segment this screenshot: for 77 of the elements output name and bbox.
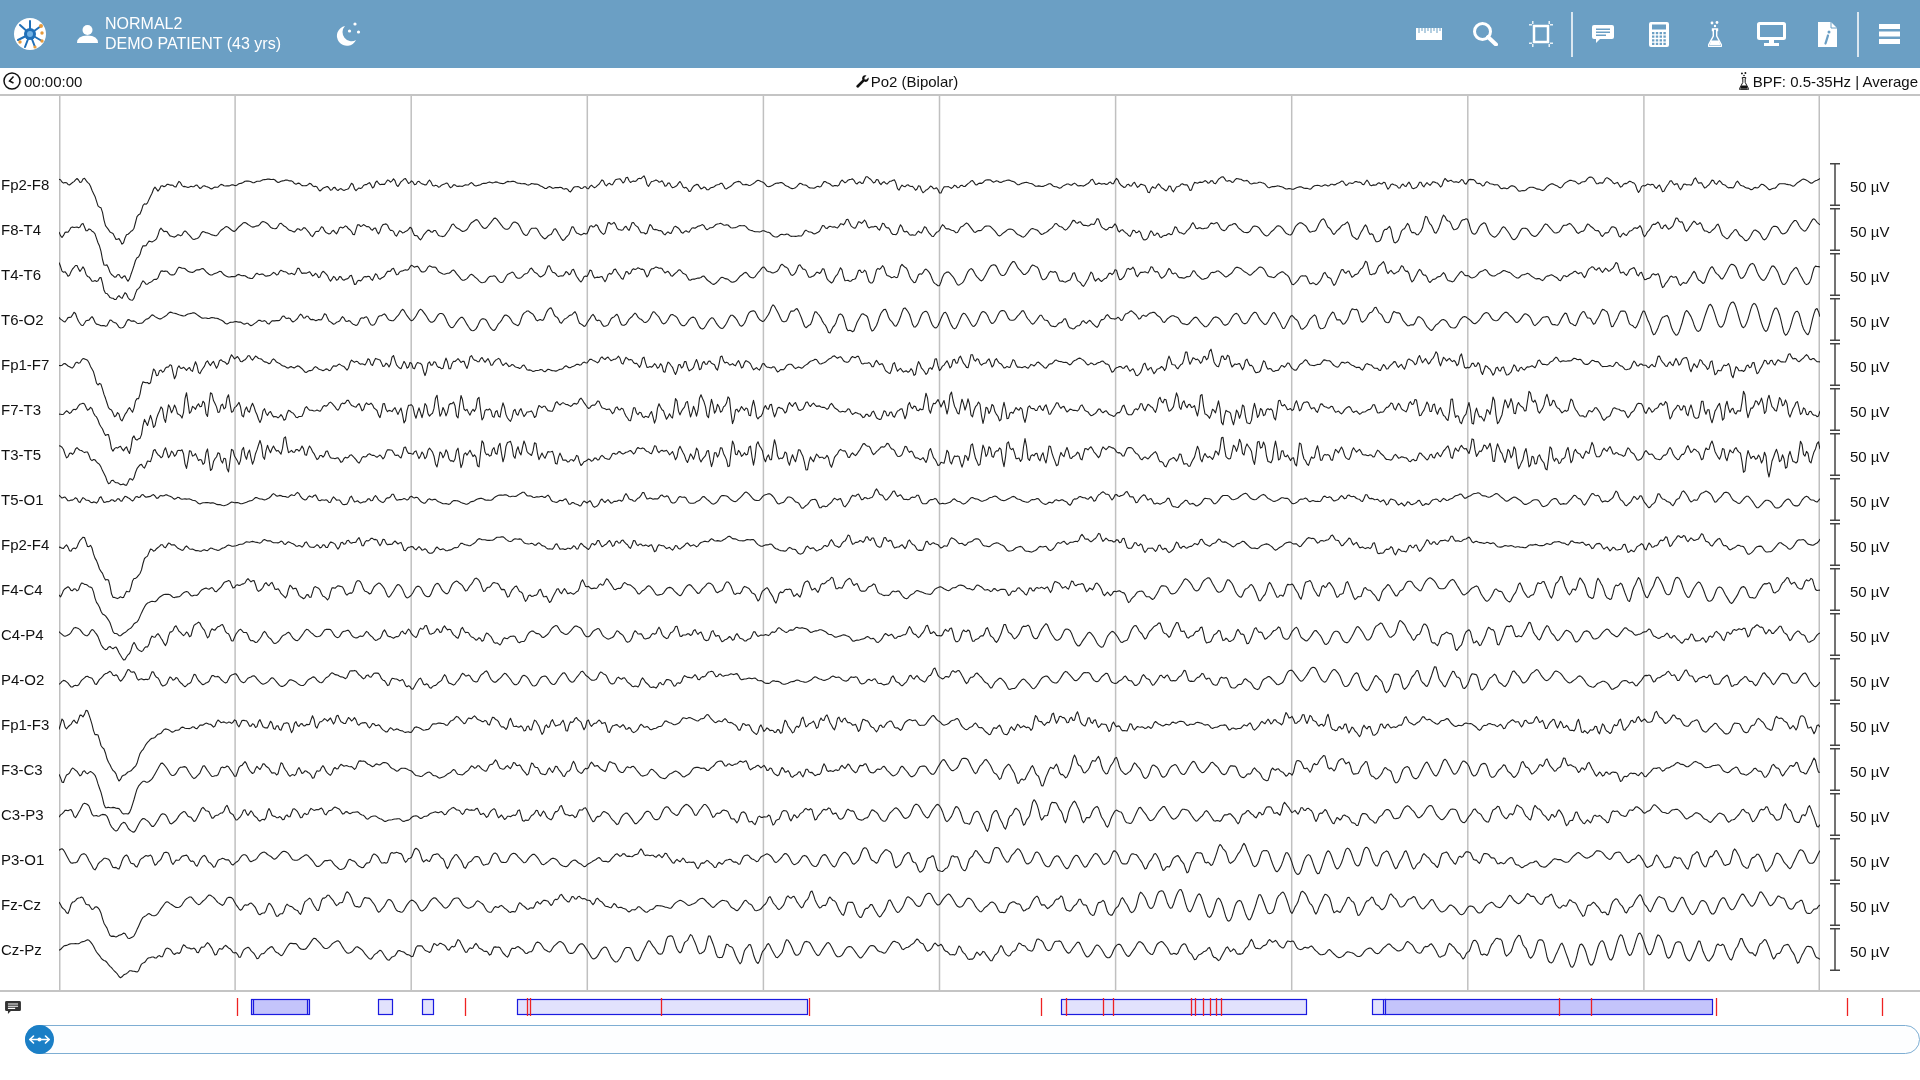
scale-bar-icon — [1829, 478, 1841, 521]
scale-label: 50 µV — [1850, 493, 1890, 510]
scale-label: 50 µV — [1850, 898, 1890, 915]
channel-label: T4-T6 — [0, 266, 41, 283]
ruler-icon[interactable] — [1416, 28, 1442, 40]
channel-label: Fp1-F7 — [0, 356, 50, 373]
scale-bar-icon — [1829, 568, 1841, 611]
scale-bar-icon — [1829, 703, 1841, 746]
scale-label: 50 µV — [1850, 403, 1890, 420]
info-document-icon[interactable] — [1817, 21, 1837, 47]
scale-bar-icon — [1829, 343, 1841, 386]
scale-label: 50 µV — [1850, 313, 1890, 330]
channel-label: T3-T5 — [0, 446, 41, 463]
scale-bar-icon — [1829, 658, 1841, 701]
moon-stars-icon[interactable] — [335, 22, 361, 46]
patient-name: NORMAL2 — [105, 14, 184, 34]
elapsed-time: 00:00:00 — [24, 72, 83, 90]
flask-icon[interactable] — [1708, 21, 1722, 47]
scale-label: 50 µV — [1850, 268, 1890, 285]
scrollbar-track[interactable] — [25, 1025, 1920, 1054]
channel-label: F4-C4 — [0, 581, 43, 598]
channel-label: Fp2-F4 — [0, 536, 50, 553]
scale-label: 50 µV — [1850, 538, 1890, 555]
logo-icon[interactable] — [14, 18, 46, 50]
scale-bar-icon — [1829, 253, 1841, 296]
monitor-icon[interactable] — [1756, 22, 1786, 46]
scale-label: 50 µV — [1850, 583, 1890, 600]
channel-label: Fp1-F3 — [0, 716, 50, 733]
channel-label: T6-O2 — [0, 311, 44, 328]
scale-bar-icon — [1829, 298, 1841, 341]
menu-icon[interactable] — [1878, 24, 1900, 44]
clock-icon — [3, 72, 21, 90]
scale-label: 50 µV — [1850, 943, 1890, 960]
person-icon — [77, 25, 98, 43]
scale-bar-icon — [1829, 928, 1841, 971]
channel-label: F8-T4 — [0, 221, 41, 238]
scale-label: 50 µV — [1850, 358, 1890, 375]
channel-label: F7-T3 — [0, 401, 41, 418]
scale-label: 50 µV — [1850, 673, 1890, 690]
scale-label: 50 µV — [1850, 808, 1890, 825]
scale-bar-icon — [1829, 613, 1841, 656]
channel-label: Fp2-F8 — [0, 176, 50, 193]
scale-bar-icon — [1829, 748, 1841, 791]
channel-label: T5-O1 — [0, 491, 44, 508]
wrench-icon — [855, 74, 869, 88]
calculator-icon[interactable] — [1649, 21, 1669, 47]
scale-label: 50 µV — [1850, 628, 1890, 645]
channel-label: P3-O1 — [0, 851, 45, 868]
double-arrow-icon — [29, 1035, 50, 1044]
montage-label: Po2 (Bipolar) — [870, 72, 959, 90]
scroll-handle[interactable] — [25, 1025, 54, 1054]
channel-label: C4-P4 — [0, 626, 44, 643]
scale-bar-icon — [1829, 883, 1841, 926]
scale-bar-icon — [1829, 523, 1841, 566]
scale-bar-icon — [1829, 163, 1841, 206]
scale-bar-icon — [1829, 838, 1841, 881]
flask-icon — [1738, 72, 1749, 90]
scale-bar-icon — [1829, 208, 1841, 251]
channel-label: P4-O2 — [0, 671, 45, 688]
crop-icon[interactable] — [1529, 21, 1553, 47]
scale-label: 50 µV — [1850, 718, 1890, 735]
scale-label: 50 µV — [1850, 763, 1890, 780]
scale-label: 50 µV — [1850, 853, 1890, 870]
scale-bar-icon — [1829, 793, 1841, 836]
filter-label: BPF: 0.5-35Hz | Average — [1752, 72, 1918, 90]
channel-label: Fz-Cz — [0, 896, 41, 913]
scale-label: 50 µV — [1850, 223, 1890, 240]
scale-label: 50 µV — [1850, 178, 1890, 195]
channel-label: Cz-Pz — [0, 941, 42, 958]
patient-details: DEMO PATIENT (43 yrs) — [105, 34, 281, 54]
search-icon[interactable] — [1472, 22, 1498, 46]
scale-bar-icon — [1829, 433, 1841, 476]
scale-bar-icon — [1829, 388, 1841, 431]
comment-icon[interactable] — [5, 1000, 21, 1014]
channel-label: F3-C3 — [0, 761, 43, 778]
channel-label: C3-P3 — [0, 806, 44, 823]
scale-label: 50 µV — [1850, 448, 1890, 465]
